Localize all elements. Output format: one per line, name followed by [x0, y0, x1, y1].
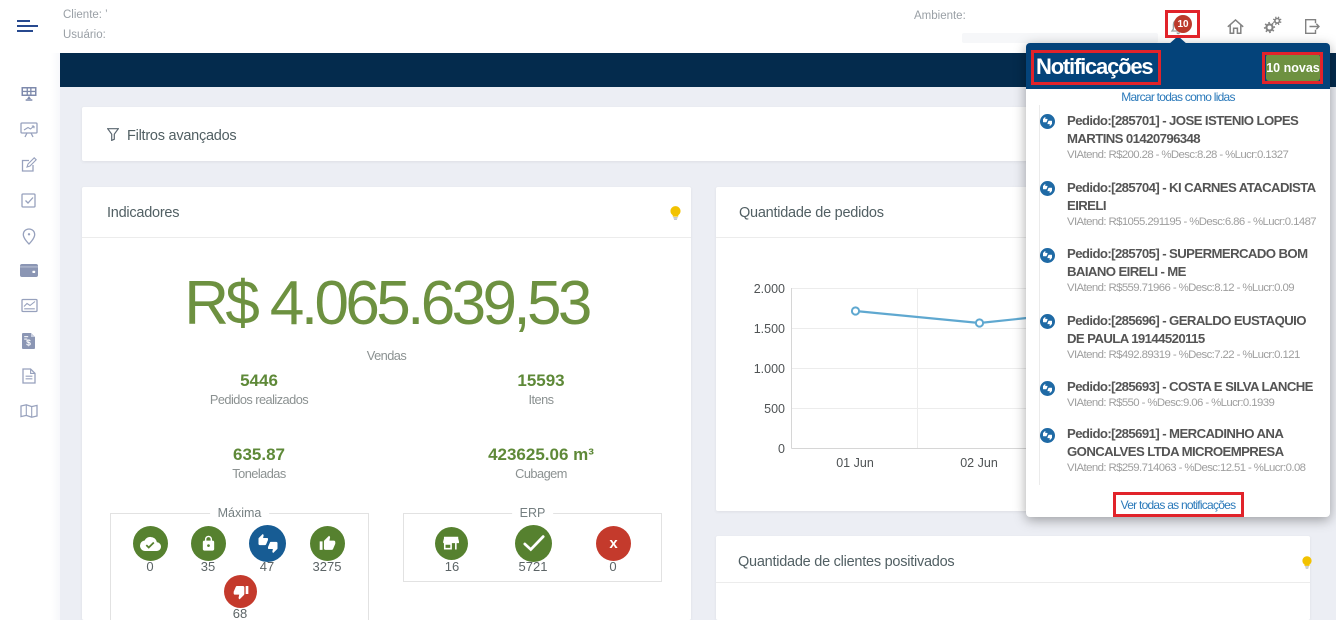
svg-text:02 Jun: 02 Jun — [960, 456, 998, 470]
svg-text:1.500: 1.500 — [754, 322, 785, 336]
svg-text:1.000: 1.000 — [754, 362, 785, 376]
svg-text:2.000: 2.000 — [754, 282, 785, 296]
svg-text:0: 0 — [778, 442, 785, 456]
svg-text:01 Jun: 01 Jun — [836, 456, 874, 470]
svg-text:500: 500 — [764, 402, 785, 416]
